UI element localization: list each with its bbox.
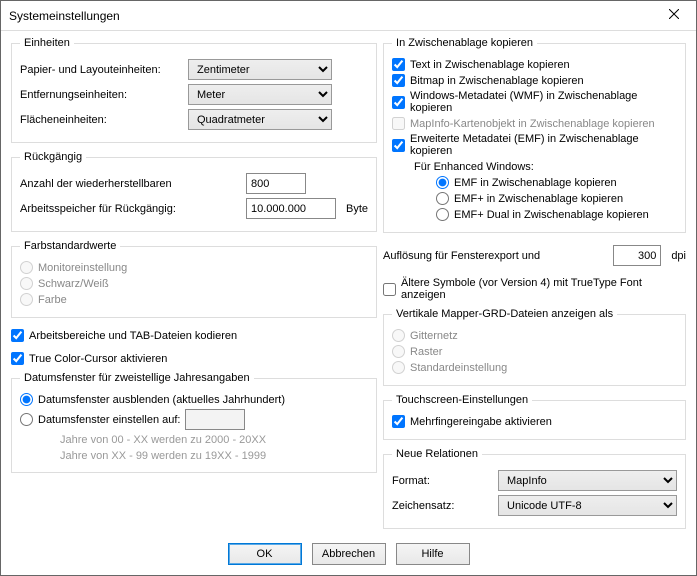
undo-memory-input[interactable]: [246, 198, 336, 219]
truecolor-cursor-label: True Color-Cursor aktivieren: [29, 353, 167, 365]
color-monitor-radio: [20, 261, 33, 274]
grd-raster-label: Raster: [410, 346, 442, 358]
multitouch-label: Mehrfingereingabe aktivieren: [410, 416, 552, 428]
emf-opt3-radio[interactable]: [436, 208, 449, 221]
old-symbols-checkbox[interactable]: [383, 283, 396, 296]
date-window-legend: Datumsfenster für zweistellige Jahresang…: [20, 372, 254, 384]
paper-units-select[interactable]: Zentimeter: [188, 59, 332, 80]
cancel-button[interactable]: Abbrechen: [312, 543, 386, 565]
truecolor-cursor-checkbox[interactable]: [11, 352, 24, 365]
clip-text-label: Text in Zwischenablage kopieren: [410, 59, 570, 71]
touch-group: Touchscreen-Einstellungen Mehrfingereing…: [383, 394, 686, 440]
date-set-label: Datumsfenster einstellen auf:: [38, 414, 180, 426]
resolution-input[interactable]: [613, 245, 661, 266]
encode-workspaces-checkbox[interactable]: [11, 329, 24, 342]
distance-units-label: Entfernungseinheiten:: [20, 89, 182, 101]
emf-opt3-label: EMF+ Dual in Zwischenablage kopieren: [454, 209, 649, 221]
grd-group: Vertikale Mapper-GRD-Dateien anzeigen al…: [383, 308, 686, 386]
emf-opt1-label: EMF in Zwischenablage kopieren: [454, 177, 617, 189]
resolution-label: Auflösung für Fensterexport und: [383, 250, 607, 262]
format-label: Format:: [392, 475, 492, 487]
date-hide-radio[interactable]: [20, 393, 33, 406]
distance-units-select[interactable]: Meter: [188, 84, 332, 105]
ok-button[interactable]: OK: [228, 543, 302, 565]
charset-label: Zeichensatz:: [392, 500, 492, 512]
close-icon: [669, 9, 679, 22]
units-group: Einheiten Papier- und Layouteinheiten: Z…: [11, 37, 377, 143]
help-button[interactable]: Hilfe: [396, 543, 470, 565]
clip-mapobj-checkbox: [392, 117, 405, 130]
units-legend: Einheiten: [20, 37, 74, 49]
undo-memory-unit: Byte: [346, 203, 368, 215]
old-symbols-label: Ältere Symbole (vor Version 4) mit TrueT…: [401, 277, 686, 301]
date-window-group: Datumsfenster für zweistellige Jahresang…: [11, 372, 377, 473]
charset-select[interactable]: Unicode UTF-8: [498, 495, 677, 516]
grd-default-label: Standardeinstellung: [410, 362, 507, 374]
emf-opt2-radio[interactable]: [436, 192, 449, 205]
color-bw-label: Schwarz/Weiß: [38, 278, 109, 290]
grd-legend: Vertikale Mapper-GRD-Dateien anzeigen al…: [392, 308, 617, 320]
clipboard-legend: In Zwischenablage kopieren: [392, 37, 537, 49]
encode-workspaces-label: Arbeitsbereiche und TAB-Dateien kodieren: [29, 330, 237, 342]
clip-mapobj-label: MapInfo-Kartenobjekt in Zwischenablage k…: [410, 118, 655, 130]
format-select[interactable]: MapInfo: [498, 470, 677, 491]
emf-opt1-radio[interactable]: [436, 176, 449, 189]
color-color-label: Farbe: [38, 294, 67, 306]
clip-emf-checkbox[interactable]: [392, 139, 405, 152]
close-button[interactable]: [652, 1, 696, 30]
clip-text-checkbox[interactable]: [392, 58, 405, 71]
grd-grid-label: Gitternetz: [410, 330, 458, 342]
undo-memory-label: Arbeitsspeicher für Rückgängig:: [20, 203, 240, 215]
color-color-radio: [20, 293, 33, 306]
resolution-unit: dpi: [671, 250, 686, 262]
color-defaults-group: Farbstandardwerte Monitoreinstellung Sch…: [11, 240, 377, 318]
undo-count-input[interactable]: [246, 173, 306, 194]
clip-emf-sub: Für Enhanced Windows:: [414, 161, 677, 173]
emf-opt2-label: EMF+ in Zwischenablage kopieren: [454, 193, 623, 205]
color-monitor-label: Monitoreinstellung: [38, 262, 127, 274]
date-note2: Jahre von XX - 99 werden zu 19XX - 1999: [60, 450, 368, 462]
grd-grid-radio: [392, 329, 405, 342]
date-hide-label: Datumsfenster ausblenden (aktuelles Jahr…: [38, 394, 285, 406]
area-units-select[interactable]: Quadratmeter: [188, 109, 332, 130]
color-defaults-legend: Farbstandardwerte: [20, 240, 120, 252]
multitouch-checkbox[interactable]: [392, 415, 405, 428]
paper-units-label: Papier- und Layouteinheiten:: [20, 64, 182, 76]
color-bw-radio: [20, 277, 33, 290]
clip-bitmap-checkbox[interactable]: [392, 74, 405, 87]
touch-legend: Touchscreen-Einstellungen: [392, 394, 532, 406]
date-note1: Jahre von 00 - XX werden zu 2000 - 20XX: [60, 434, 368, 446]
window-title: Systemeinstellungen: [9, 9, 652, 23]
area-units-label: Flächeneinheiten:: [20, 114, 182, 126]
grd-raster-radio: [392, 345, 405, 358]
clip-bitmap-label: Bitmap in Zwischenablage kopieren: [410, 75, 584, 87]
clipboard-group: In Zwischenablage kopieren Text in Zwisc…: [383, 37, 686, 233]
clip-wmf-checkbox[interactable]: [392, 96, 405, 109]
relations-legend: Neue Relationen: [392, 448, 482, 460]
relations-group: Neue Relationen Format: MapInfo Zeichens…: [383, 448, 686, 529]
undo-group: Rückgängig Anzahl der wiederherstellbare…: [11, 151, 377, 232]
clip-emf-label: Erweiterte Metadatei (EMF) in Zwischenab…: [410, 133, 677, 157]
clip-wmf-label: Windows-Metadatei (WMF) in Zwischenablag…: [410, 90, 677, 114]
grd-default-radio: [392, 361, 405, 374]
date-set-input: [185, 409, 245, 430]
date-set-radio[interactable]: [20, 413, 33, 426]
undo-count-label: Anzahl der wiederherstellbaren: [20, 178, 240, 190]
undo-legend: Rückgängig: [20, 151, 86, 163]
